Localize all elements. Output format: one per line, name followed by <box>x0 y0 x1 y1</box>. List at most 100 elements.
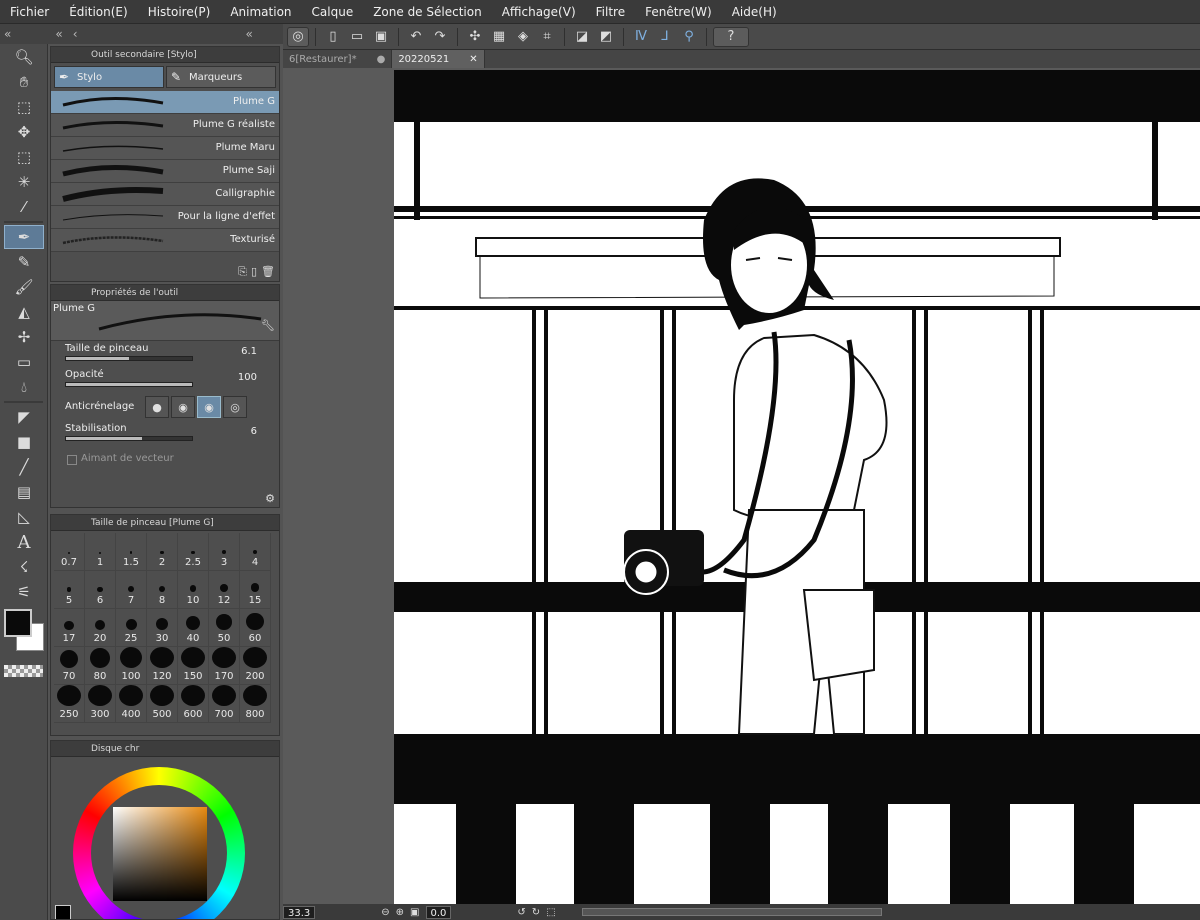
menu-history[interactable]: Histoire(P) <box>138 0 221 24</box>
transparent-swatch[interactable] <box>4 665 43 677</box>
brush-item[interactable]: Plume G <box>51 91 279 114</box>
aa-medium[interactable]: ◉ <box>197 396 221 418</box>
brush-size-cell[interactable]: 6 <box>85 571 116 609</box>
menu-filter[interactable]: Filtre <box>586 0 635 24</box>
collapse-icon[interactable]: « <box>0 27 15 41</box>
brush-size-cell[interactable]: 1 <box>85 533 116 571</box>
brush-size-cell[interactable]: 4 <box>240 533 271 571</box>
aa-strong[interactable]: ◎ <box>223 396 247 418</box>
brush-size-slider[interactable]: Taille de pinceau 6.1 <box>51 341 279 367</box>
stabilisation-slider[interactable]: Stabilisation 6 <box>51 421 279 447</box>
brush-item[interactable]: Plume Maru <box>51 137 279 160</box>
brush-size-cell[interactable]: 17 <box>54 609 85 647</box>
brush-size-cell[interactable]: 250 <box>54 685 85 723</box>
decoration-icon[interactable]: ✢ <box>4 325 44 349</box>
text-icon[interactable]: A <box>4 530 44 554</box>
ruler-icon[interactable]: ◪ <box>571 27 593 47</box>
brush-size-cell[interactable]: 20 <box>85 609 116 647</box>
rotate-left-icon[interactable]: ↺ <box>517 907 525 918</box>
saturation-square[interactable] <box>113 807 207 901</box>
correct-line-icon[interactable]: ⚟ <box>4 580 44 604</box>
tab-doc-20220521[interactable]: 20220521 ✕ <box>392 50 485 68</box>
brush-size-cell[interactable]: 120 <box>147 647 178 685</box>
snap2-icon[interactable]: ⅃ <box>654 27 676 47</box>
brush-size-cell[interactable]: 700 <box>209 685 240 723</box>
clip-studio-icon[interactable]: ◎ <box>287 26 309 47</box>
brush-size-cell[interactable]: 80 <box>85 647 116 685</box>
vector-magnet-row[interactable]: Aimant de vecteur <box>51 447 279 473</box>
brush-size-cell[interactable]: 8 <box>147 571 178 609</box>
horizontal-scrollbar[interactable] <box>581 908 882 916</box>
tab-stylo[interactable]: ✒ Stylo <box>54 66 164 88</box>
transform-icon[interactable]: ⌗ <box>536 27 558 47</box>
vector-checkbox[interactable] <box>67 455 77 465</box>
close-icon[interactable]: ● <box>377 54 386 65</box>
fill-icon[interactable]: ◤ <box>4 405 44 429</box>
new-file-icon[interactable]: ▯ <box>322 27 344 47</box>
brush-size-cell[interactable]: 60 <box>240 609 271 647</box>
menu-layer[interactable]: Calque <box>302 0 364 24</box>
menu-help[interactable]: Aide(H) <box>722 0 787 24</box>
tab-marqueurs[interactable]: ✎ Marqueurs <box>166 66 276 88</box>
brush-size-cell[interactable]: 300 <box>85 685 116 723</box>
zoom-out-icon[interactable]: ⊖ <box>381 907 389 918</box>
collapse-icon[interactable]: « <box>246 27 253 41</box>
brush-size-cell[interactable]: 70 <box>54 647 85 685</box>
frame-icon[interactable]: ▤ <box>4 480 44 504</box>
brush-size-cell[interactable]: 200 <box>240 647 271 685</box>
brush-item[interactable]: Pour la ligne d'effet <box>51 206 279 229</box>
pen-icon[interactable]: ✒ <box>4 225 44 249</box>
zoom-in-icon[interactable]: ⊕ <box>396 907 404 918</box>
brush-size-cell[interactable]: 1.5 <box>116 533 147 571</box>
eraser-icon[interactable]: ▭ <box>4 350 44 374</box>
brush-size-cell[interactable]: 400 <box>116 685 147 723</box>
selection-icon[interactable]: ✣ <box>464 27 486 47</box>
zoom-icon[interactable]: 🔍︎ <box>4 45 44 69</box>
brush-size-cell[interactable]: 800 <box>240 685 271 723</box>
fill-icon[interactable]: ◈ <box>512 27 534 47</box>
brush-size-cell[interactable]: 500 <box>147 685 178 723</box>
menu-animation[interactable]: Animation <box>220 0 301 24</box>
move-icon[interactable]: ✥ <box>4 120 44 144</box>
line-icon[interactable]: ╱ <box>4 455 44 479</box>
aa-none[interactable]: ● <box>145 396 169 418</box>
menu-edit[interactable]: Édition(E) <box>59 0 137 24</box>
help-icon[interactable]: ? <box>713 26 749 47</box>
menu-file[interactable]: Fichier <box>0 0 59 24</box>
undo-icon[interactable]: ↶ <box>405 27 427 47</box>
copy-icon[interactable]: ⎘ <box>238 265 247 279</box>
brush-size-cell[interactable]: 0.7 <box>54 533 85 571</box>
aa-weak[interactable]: ◉ <box>171 396 195 418</box>
brush-icon[interactable]: 🖌︎ <box>4 275 44 299</box>
menu-view[interactable]: Affichage(V) <box>492 0 586 24</box>
close-icon[interactable]: ✕ <box>469 54 477 65</box>
brush-size-cell[interactable]: 30 <box>147 609 178 647</box>
balloon-icon[interactable]: ☇ <box>4 555 44 579</box>
rotate-right-icon[interactable]: ↻ <box>532 907 540 918</box>
wrench-icon[interactable]: 🔧︎ <box>261 319 275 332</box>
magic-wand-icon[interactable]: ✳ <box>4 170 44 194</box>
brush-size-cell[interactable]: 100 <box>116 647 147 685</box>
snap-icon[interactable]: Ⅳ <box>630 27 652 47</box>
pencil-icon[interactable]: ✎ <box>4 250 44 274</box>
brush-size-cell[interactable]: 50 <box>209 609 240 647</box>
brush-size-cell[interactable]: 600 <box>178 685 209 723</box>
zoom-field[interactable]: 33.3 <box>283 905 316 919</box>
trash-icon[interactable]: 🗑︎ <box>261 265 275 279</box>
artwork-canvas[interactable] <box>394 70 1200 904</box>
hand-icon[interactable]: ✋︎ <box>4 70 44 94</box>
brush-size-cell[interactable]: 40 <box>178 609 209 647</box>
reset-icon[interactable]: ⬚ <box>546 907 555 918</box>
tab-doc-restaurer[interactable]: 6[Restaurer]* ● <box>283 50 393 68</box>
brush-size-cell[interactable]: 7 <box>116 571 147 609</box>
brush-size-cell[interactable]: 10 <box>178 571 209 609</box>
brush-item[interactable]: Plume G réaliste <box>51 114 279 137</box>
brush-size-cell[interactable]: 2.5 <box>178 533 209 571</box>
new-icon[interactable]: ▯ <box>251 265 257 279</box>
ruler2-icon[interactable]: ◩ <box>595 27 617 47</box>
blend-icon[interactable]: 💧︎ <box>4 375 44 399</box>
hue-ring[interactable] <box>73 767 245 919</box>
eyedropper-icon[interactable]: ⁄ <box>4 195 44 219</box>
airbrush-icon[interactable]: ◭ <box>4 300 44 324</box>
collapse-icon[interactable]: « <box>55 27 62 41</box>
